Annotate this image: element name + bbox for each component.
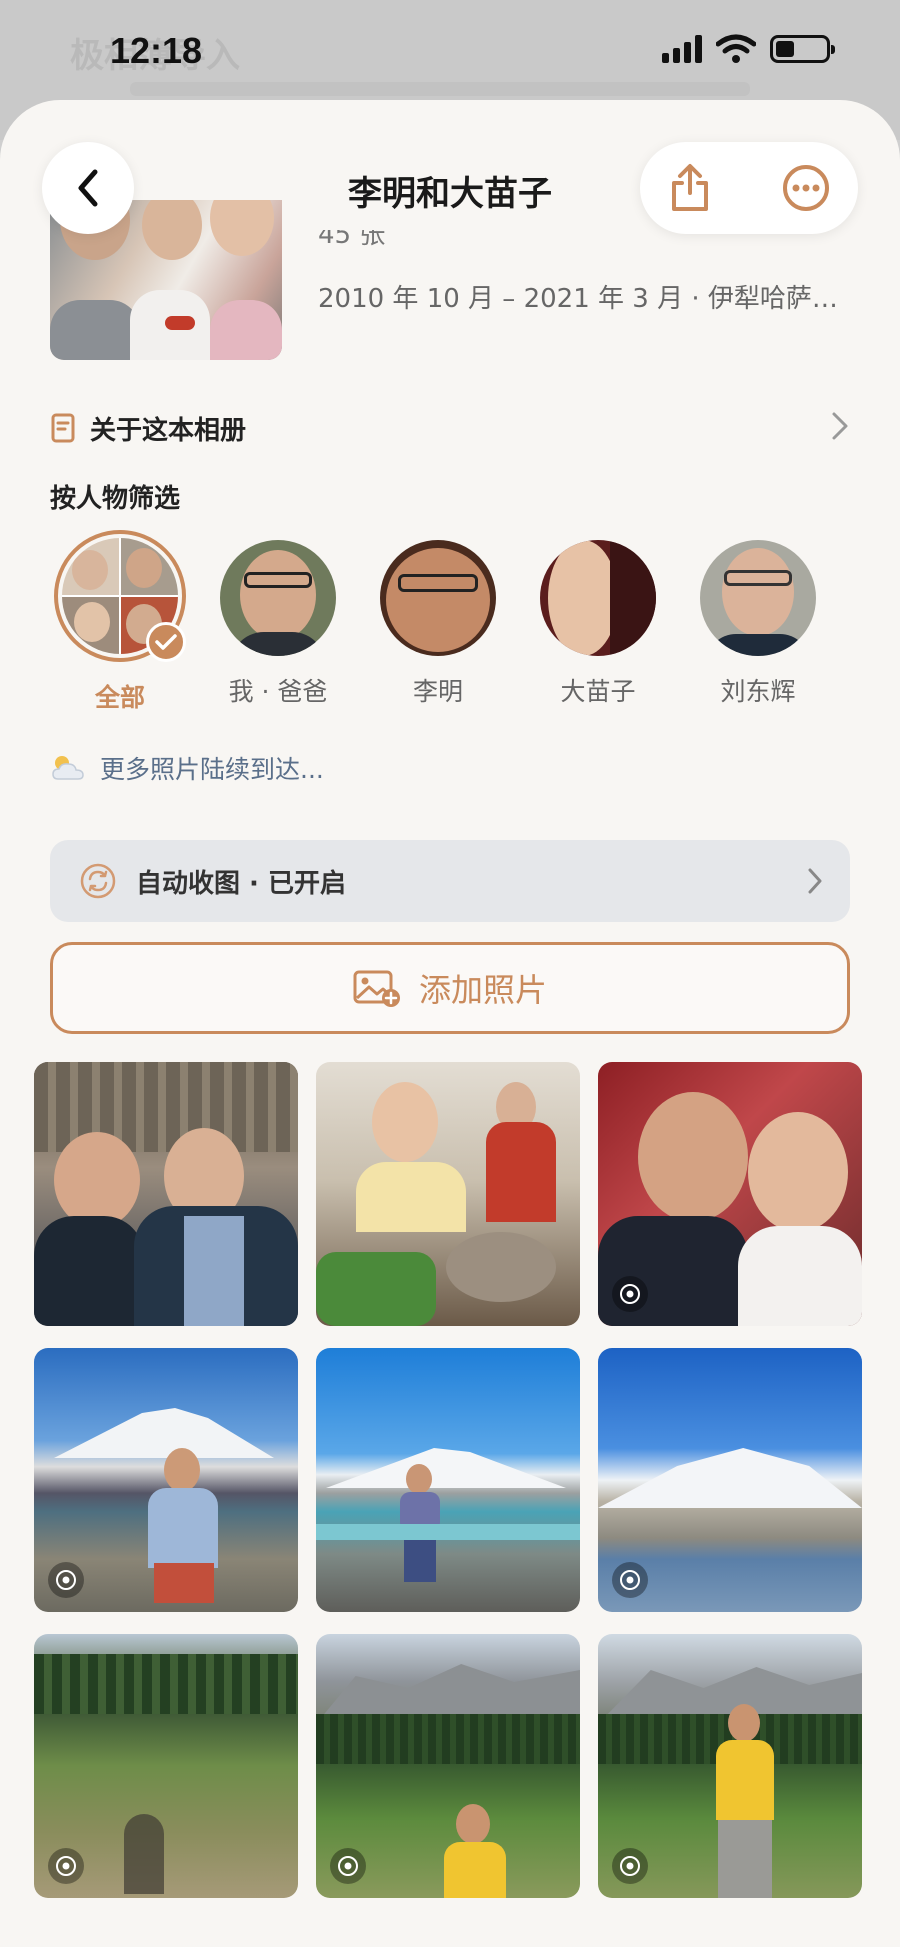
status-bar: 12:18 bbox=[0, 0, 900, 100]
more-dots-icon bbox=[783, 165, 829, 211]
live-photo-icon bbox=[612, 1562, 648, 1598]
photo-tile[interactable] bbox=[598, 1062, 862, 1326]
wifi-icon bbox=[716, 34, 756, 63]
photo-tile[interactable] bbox=[34, 1634, 298, 1898]
people-filter-row: 全部 我 · 爸爸 李明 大苗子 刘东辉 bbox=[50, 530, 870, 712]
live-photo-icon bbox=[48, 1848, 84, 1884]
person-filter-me-dad[interactable]: 我 · 爸爸 bbox=[208, 530, 348, 708]
photo-tile[interactable] bbox=[316, 1062, 580, 1326]
person-name: 全部 bbox=[94, 683, 145, 712]
person-name: 李明 bbox=[412, 677, 463, 706]
sync-icon bbox=[80, 863, 116, 899]
live-photo-icon bbox=[330, 1848, 366, 1884]
more-button[interactable] bbox=[776, 158, 836, 218]
live-photo-icon bbox=[48, 1562, 84, 1598]
chevron-right-icon bbox=[832, 412, 848, 440]
actions-pill bbox=[640, 142, 858, 234]
person-filter-liming[interactable]: 李明 bbox=[368, 530, 508, 708]
avatar bbox=[54, 530, 186, 662]
about-album-label: 关于这本相册 bbox=[90, 415, 247, 446]
more-photos-text: 更多照片陆续到达... bbox=[100, 755, 324, 784]
person-filter-all[interactable]: 全部 bbox=[50, 530, 190, 714]
date-range: 2010 年 10 月 – 2021 年 3 月 · 伊犁哈萨克... bbox=[318, 284, 858, 314]
cellular-signal-icon bbox=[662, 35, 702, 63]
album-sheet: 45 张 2010 年 10 月 – 2021 年 3 月 · 伊犁哈萨克...… bbox=[0, 100, 900, 1947]
status-icons bbox=[662, 34, 835, 64]
photo-tile[interactable] bbox=[598, 1634, 862, 1898]
auto-collect-row[interactable]: 自动收图 · 已开启 bbox=[50, 840, 850, 922]
photo-tile[interactable] bbox=[34, 1348, 298, 1612]
person-name: 刘东辉 bbox=[720, 677, 796, 706]
filter-title: 按人物筛选 bbox=[50, 484, 181, 514]
share-icon bbox=[672, 164, 708, 211]
share-button[interactable] bbox=[660, 158, 720, 218]
photo-tile[interactable] bbox=[598, 1348, 862, 1612]
status-time: 12:18 bbox=[110, 30, 203, 71]
avatar bbox=[380, 540, 496, 656]
photo-tile[interactable] bbox=[34, 1062, 298, 1326]
person-name: 大苗子 bbox=[560, 677, 636, 706]
book-icon bbox=[51, 413, 75, 443]
add-photos-button[interactable]: 添加照片 bbox=[50, 942, 850, 1034]
person-filter-liudonghui[interactable]: 刘东辉 bbox=[688, 530, 828, 708]
avatar bbox=[700, 540, 816, 656]
bottom-safe-area bbox=[0, 1907, 900, 1947]
person-name: 我 · 爸爸 bbox=[228, 677, 328, 706]
photo-tile[interactable] bbox=[316, 1634, 580, 1898]
avatar bbox=[220, 540, 336, 656]
photo-tile[interactable] bbox=[316, 1348, 580, 1612]
about-album-row[interactable]: 关于这本相册 bbox=[50, 400, 850, 456]
more-photos-notice: 更多照片陆续到达... bbox=[50, 750, 324, 786]
selected-check-icon bbox=[146, 622, 186, 662]
battery-icon bbox=[770, 35, 835, 63]
avatar bbox=[540, 540, 656, 656]
auto-collect-label: 自动收图 · 已开启 bbox=[136, 868, 346, 899]
chevron-right-icon bbox=[808, 868, 822, 894]
add-photos-label: 添加照片 bbox=[418, 971, 547, 1009]
cloud-sun-icon bbox=[52, 756, 84, 780]
add-photo-icon bbox=[353, 970, 400, 1007]
live-photo-icon bbox=[612, 1848, 648, 1884]
nav-bar: 李明和大苗子 bbox=[0, 100, 900, 270]
person-filter-damiaozi[interactable]: 大苗子 bbox=[528, 530, 668, 708]
live-photo-icon bbox=[612, 1276, 648, 1312]
